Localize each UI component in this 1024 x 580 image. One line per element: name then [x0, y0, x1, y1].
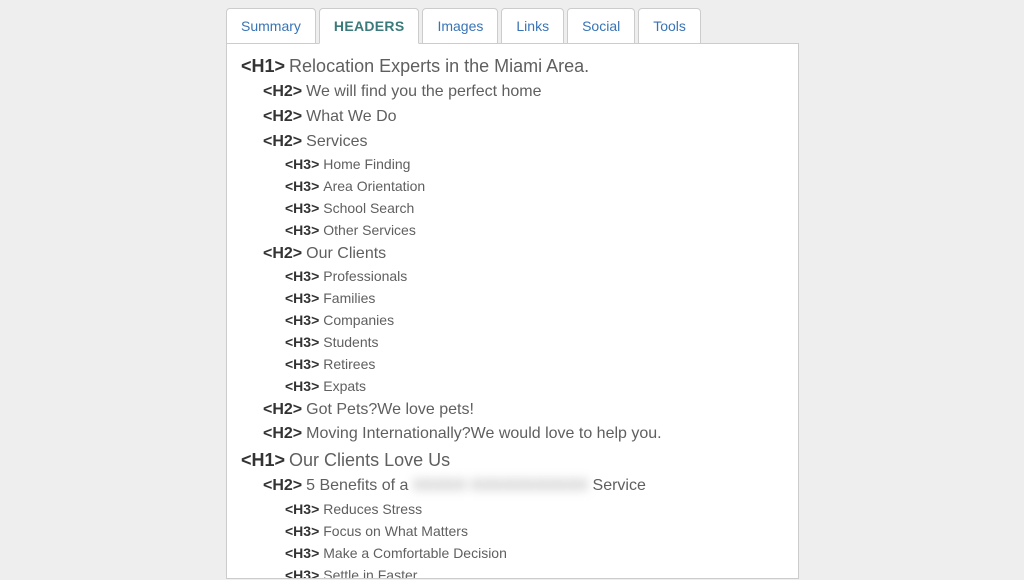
header-tag: <H2> [263, 83, 302, 100]
header-row: <H2>What We Do [263, 106, 784, 128]
header-text: Other Services [323, 222, 416, 238]
header-text: Relocation Experts in the Miami Area. [289, 56, 589, 76]
header-row: <H2>Our Clients [263, 243, 784, 265]
header-row: <H1>Our Clients Love Us [241, 448, 784, 472]
header-tag: <H3> [285, 268, 319, 284]
header-tag: <H2> [263, 477, 302, 494]
header-tag: <H2> [263, 401, 302, 418]
header-tag: <H3> [285, 178, 319, 194]
header-tag: <H3> [285, 501, 319, 517]
header-text: Make a Comfortable Decision [323, 545, 507, 561]
header-tag: <H3> [285, 356, 319, 372]
header-row: <H2>5 Benefits of a XXXXX XXXXXXXXXXX Se… [263, 475, 784, 497]
header-text: Our Clients Love Us [289, 450, 450, 470]
header-row: <H3>Retirees [285, 355, 784, 374]
header-text: Reduces Stress [323, 501, 422, 517]
header-text: Services [306, 133, 367, 150]
header-text: Moving Internationally?We would love to … [306, 425, 661, 442]
header-tag: <H3> [285, 200, 319, 216]
header-text-suffix: Service [588, 477, 646, 494]
header-tag: <H3> [285, 567, 319, 580]
header-row: <H3>Students [285, 333, 784, 352]
tab-links[interactable]: Links [501, 8, 564, 44]
header-row: <H3>Other Services [285, 221, 784, 240]
header-text: Settle in Faster [323, 567, 417, 580]
header-row: <H3>Focus on What Matters [285, 522, 784, 541]
header-row: <H3>Families [285, 289, 784, 308]
header-row: <H3>Area Orientation [285, 177, 784, 196]
header-text-blurred: XXXXX XXXXXXXXXXX [413, 475, 588, 497]
header-row: <H3>Expats [285, 377, 784, 396]
header-row: <H2>Got Pets?We love pets! [263, 399, 784, 421]
header-row: <H3> Settle in Faster [285, 566, 784, 580]
header-tag: <H2> [263, 425, 302, 442]
tab-images[interactable]: Images [422, 8, 498, 44]
tab-tools[interactable]: Tools [638, 8, 701, 44]
header-tag: <H1> [241, 450, 285, 470]
header-text: Got Pets?We love pets! [306, 401, 474, 418]
header-tag: <H3> [285, 545, 319, 561]
header-tag: <H2> [263, 245, 302, 262]
headers-panel: <H1>Relocation Experts in the Miami Area… [226, 43, 799, 579]
tab-bar: Summary HEADERS Images Links Social Tool… [226, 8, 799, 44]
header-row: <H1>Relocation Experts in the Miami Area… [241, 54, 784, 78]
headers-tool: Summary HEADERS Images Links Social Tool… [226, 0, 799, 579]
tab-social[interactable]: Social [567, 8, 635, 44]
header-row: <H3>Home Finding [285, 155, 784, 174]
header-tag: <H2> [263, 133, 302, 150]
header-row: <H2>We will find you the perfect home [263, 81, 784, 103]
header-text: Retirees [323, 356, 375, 372]
header-text: Students [323, 334, 378, 350]
header-row: <H3>School Search [285, 199, 784, 218]
header-tag: <H3> [285, 334, 319, 350]
header-text: Area Orientation [323, 178, 425, 194]
header-tag: <H3> [285, 312, 319, 328]
header-tag: <H3> [285, 156, 319, 172]
header-row: <H2>Services [263, 131, 784, 153]
header-row: <H3>Make a Comfortable Decision [285, 544, 784, 563]
tab-summary[interactable]: Summary [226, 8, 316, 44]
header-text: Focus on What Matters [323, 523, 468, 539]
header-text: School Search [323, 200, 414, 216]
header-row: <H3>Companies [285, 311, 784, 330]
header-text: Professionals [323, 268, 407, 284]
header-row: <H2>Moving Internationally?We would love… [263, 423, 784, 445]
header-tag: <H3> [285, 523, 319, 539]
header-text: Home Finding [323, 156, 410, 172]
header-text: Families [323, 290, 375, 306]
header-tag: <H1> [241, 56, 285, 76]
header-text: What We Do [306, 108, 396, 125]
header-text: Expats [323, 378, 366, 394]
header-row: <H3>Reduces Stress [285, 500, 784, 519]
header-tag: <H2> [263, 108, 302, 125]
header-tag: <H3> [285, 222, 319, 238]
header-tag: <H3> [285, 378, 319, 394]
header-text: We will find you the perfect home [306, 83, 541, 100]
header-text: Companies [323, 312, 394, 328]
header-tag: <H3> [285, 290, 319, 306]
header-text-prefix: 5 Benefits of a [306, 477, 413, 494]
tab-headers[interactable]: HEADERS [319, 8, 420, 44]
header-text: Our Clients [306, 245, 386, 262]
header-row: <H3>Professionals [285, 267, 784, 286]
